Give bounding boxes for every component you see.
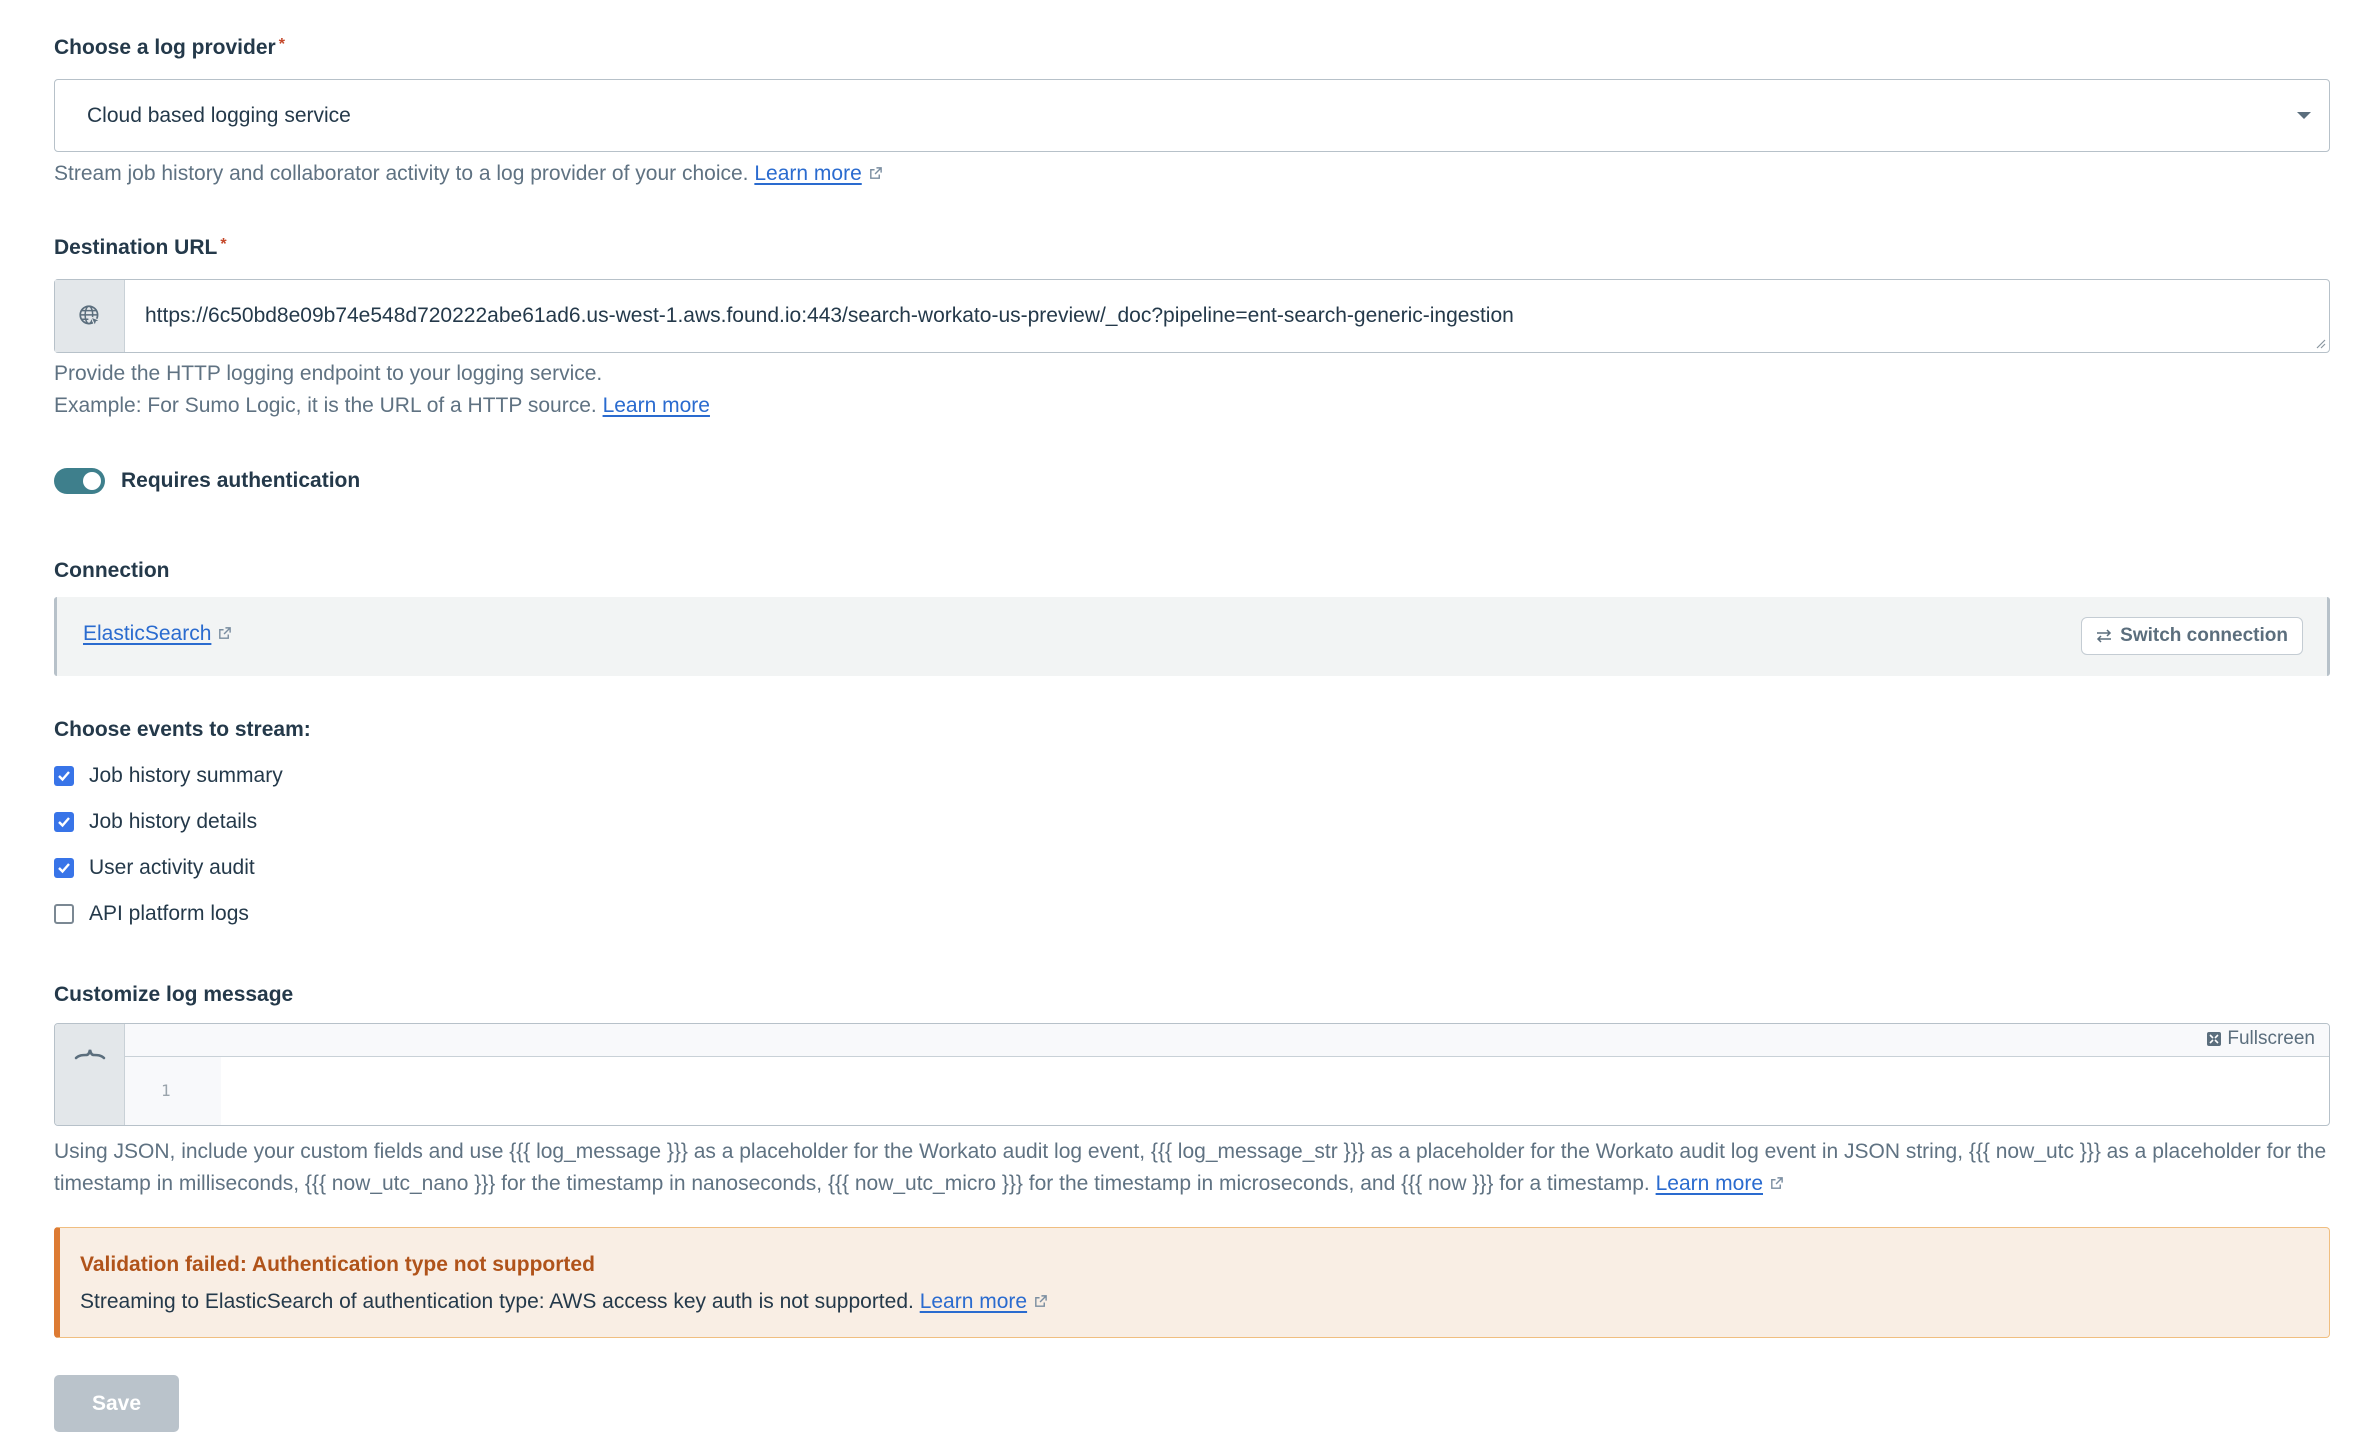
destination-url-value[interactable]: https://6c50bd8e09b74e548d720222abe61ad6… xyxy=(125,280,2329,352)
globe-cursor-icon xyxy=(78,305,101,328)
editor-addon xyxy=(55,1024,125,1125)
event-label: Job history summary xyxy=(89,764,283,787)
connection-name: ElasticSearch xyxy=(83,622,232,646)
caret-down-icon xyxy=(2297,112,2311,119)
connection-label: Connection xyxy=(54,559,170,582)
event-checkbox-row[interactable]: Job history summary xyxy=(54,764,283,788)
checkbox-checked[interactable] xyxy=(54,858,74,878)
required-mark: * xyxy=(278,36,285,53)
alert-learn-more-link[interactable]: Learn more xyxy=(920,1290,1027,1313)
provider-label-text: Choose a log provider xyxy=(54,36,276,59)
fullscreen-label: Fullscreen xyxy=(2227,1028,2315,1049)
toggle-knob xyxy=(83,472,101,490)
provider-hint: Stream job history and collaborator acti… xyxy=(54,158,883,190)
destination-url-label-text: Destination URL xyxy=(54,236,218,259)
destination-url-label: Destination URL * xyxy=(54,236,227,260)
log-message-hint-line2: timestamp in milliseconds, {{{ now_utc_n… xyxy=(54,1168,1784,1200)
validation-alert: Validation failed: Authentication type n… xyxy=(54,1227,2330,1338)
log-message-editor[interactable]: Fullscreen 1 xyxy=(54,1023,2330,1126)
connection-box: ElasticSearch Switch connection xyxy=(54,597,2330,676)
requires-authentication-label: Requires authentication xyxy=(121,469,361,492)
event-checkbox-row[interactable]: API platform logs xyxy=(54,902,249,926)
event-checkbox-row[interactable]: User activity audit xyxy=(54,856,255,880)
checkbox-unchecked[interactable] xyxy=(54,904,74,924)
log-provider-selected-value: Cloud based logging service xyxy=(87,103,351,127)
required-mark: * xyxy=(220,236,227,253)
requires-authentication-toggle[interactable] xyxy=(54,468,105,494)
expand-icon xyxy=(2207,1032,2222,1046)
provider-hint-text: Stream job history and collaborator acti… xyxy=(54,162,749,185)
checkbox-checked[interactable] xyxy=(54,812,74,832)
save-button[interactable]: Save xyxy=(54,1375,179,1432)
switch-connection-label: Switch connection xyxy=(2120,625,2288,646)
line-number: 1 xyxy=(161,1081,171,1100)
checkmark-icon xyxy=(58,771,70,782)
log-message-hint-text: timestamp in milliseconds, {{{ now_utc_n… xyxy=(54,1172,1650,1195)
checkbox-checked[interactable] xyxy=(54,766,74,786)
log-message-label: Customize log message xyxy=(54,983,294,1006)
event-label: User activity audit xyxy=(89,856,255,879)
swap-arrows-icon xyxy=(2097,629,2112,643)
event-checkbox-row[interactable]: Job history details xyxy=(54,810,257,834)
url-addon xyxy=(55,280,125,352)
event-label: Job history details xyxy=(89,810,258,833)
destination-hint-line2: Example: For Sumo Logic, it is the URL o… xyxy=(54,390,710,422)
checkmark-icon xyxy=(58,863,70,874)
fullscreen-button[interactable]: Fullscreen xyxy=(2207,1028,2315,1050)
log-message-hint-line1: Using JSON, include your custom fields a… xyxy=(54,1140,2327,1163)
provider-learn-more-link[interactable]: Learn more xyxy=(754,162,861,185)
events-label: Choose events to stream: xyxy=(54,718,311,741)
destination-hint-line1: Provide the HTTP logging endpoint to you… xyxy=(54,362,603,385)
log-provider-select[interactable]: Cloud based logging service xyxy=(54,79,2330,152)
resize-handle-icon[interactable] xyxy=(2314,337,2326,349)
external-link-icon xyxy=(1771,1177,1783,1189)
curly-brace-icon xyxy=(74,1049,105,1060)
connection-link[interactable]: ElasticSearch xyxy=(83,622,211,645)
editor-toolbar: Fullscreen xyxy=(125,1024,2329,1057)
destination-url-field[interactable]: https://6c50bd8e09b74e548d720222abe61ad6… xyxy=(54,279,2330,353)
alert-message-text: Streaming to ElasticSearch of authentica… xyxy=(80,1290,914,1313)
alert-message: Streaming to ElasticSearch of authentica… xyxy=(80,1290,1048,1314)
external-link-icon xyxy=(1035,1295,1047,1307)
event-label: API platform logs xyxy=(89,902,249,925)
provider-label: Choose a log provider * xyxy=(54,36,285,60)
learn-more-text: Learn more xyxy=(754,162,862,185)
switch-connection-button[interactable]: Switch connection xyxy=(2081,617,2303,655)
destination-hint-text: Example: For Sumo Logic, it is the URL o… xyxy=(54,394,597,417)
external-link-icon xyxy=(219,627,232,639)
alert-title: Validation failed: Authentication type n… xyxy=(80,1253,595,1276)
log-message-learn-more-link[interactable]: Learn more xyxy=(1656,1172,1763,1195)
checkmark-icon xyxy=(58,817,70,828)
editor-gutter: 1 xyxy=(125,1057,221,1125)
destination-learn-more-link[interactable]: Learn more xyxy=(603,394,710,417)
external-link-icon xyxy=(869,167,882,179)
